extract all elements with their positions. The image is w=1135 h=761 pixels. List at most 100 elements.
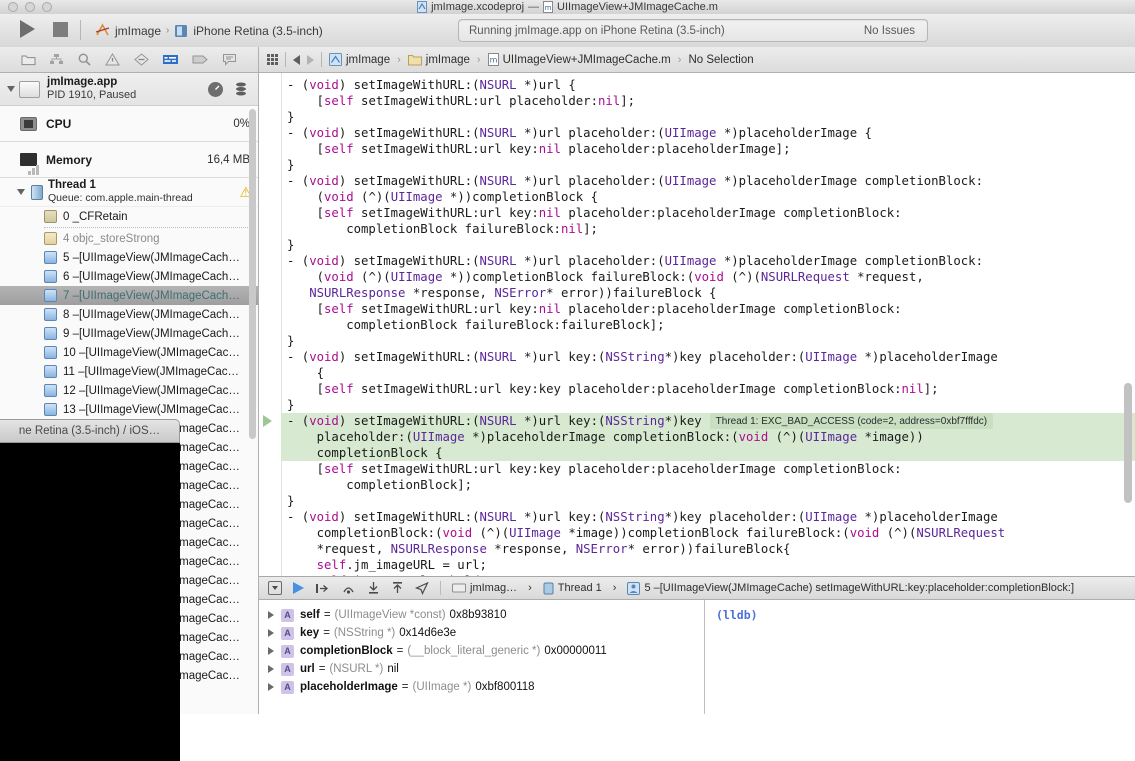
code-scroll-area[interactable]: - (void) setImageWithURL:(NSURL *)url { … [259,73,1135,576]
code-line[interactable]: } [281,333,1135,349]
code-line[interactable]: [self setImageWithURL:url placeholder:ni… [281,93,1135,109]
code-line[interactable]: [self setImageWithURL:url key:nil placeh… [281,141,1135,157]
step-into-button[interactable] [341,582,356,595]
back-button[interactable] [293,54,300,65]
issues-count[interactable]: No Issues [864,25,915,37]
memory-gauge-row[interactable]: Memory 16,4 MB [0,142,258,178]
variable-disclosure-icon[interactable] [268,647,274,655]
debug-crumb-thread[interactable]: Thread 1 [543,582,602,595]
variable-row[interactable]: AplaceholderImage = (UIImage *) 0xbf800118 [259,678,704,696]
editor-gutter[interactable] [259,73,282,576]
code-line[interactable]: - (void) setImageWithURL:(NSURL *)url pl… [281,173,1135,189]
project-navigator-tab[interactable] [21,53,36,66]
gauge-icon[interactable] [207,81,224,98]
step-out-button[interactable] [367,581,380,595]
related-items-icon[interactable] [267,54,278,65]
stack-frame-row[interactable]: 4 objc_storeStrong [0,229,258,248]
code-line[interactable]: completionBlock { [281,445,1135,461]
code-line[interactable]: - (void) setImageWithURL:(NSURL *)url ke… [263,413,1135,431]
stack-frame-row[interactable]: 8 –[UIImageView(JMImageCach… [0,305,258,324]
variable-disclosure-icon[interactable] [268,683,274,691]
debug-navigator-tab[interactable] [162,53,179,66]
breadcrumb-file[interactable]: m UIImageView+JMImageCache.m [487,53,671,66]
variable-row[interactable]: Aurl = (NSURL *) nil [259,660,704,678]
code-line[interactable]: [self setImageWithURL:url key:nil placeh… [281,301,1135,317]
debug-crumb-process[interactable]: jmImag… [452,582,517,594]
thread-row[interactable]: Thread 1 Queue: com.apple.main-thread ⚠ [0,178,258,207]
symbol-navigator-tab[interactable] [49,53,64,66]
code-line[interactable]: [self setImageWithURL:url key:key placeh… [281,461,1135,477]
simulator-window-body[interactable] [0,443,180,761]
continue-button[interactable] [293,582,304,594]
navigator-scrollbar[interactable] [249,109,256,439]
editor-scrollbar[interactable] [1124,383,1132,503]
variable-disclosure-icon[interactable] [268,611,274,619]
code-line[interactable]: - (void) setImageWithURL:(NSURL *)url ke… [281,509,1135,525]
code-line[interactable]: } [281,109,1135,125]
code-line[interactable]: } [281,493,1135,509]
stack-frame-row[interactable]: 9 –[UIImageView(JMImageCach… [0,324,258,343]
breadcrumb-project[interactable]: jmImage [329,53,390,66]
source-code[interactable]: - (void) setImageWithURL:(NSURL *)url { … [263,73,1135,576]
code-line[interactable]: - (void) setImageWithURL:(NSURL *)url { [281,77,1135,93]
code-line[interactable]: placeholder:(UIImage *)placeholderImage … [281,429,1135,445]
code-line[interactable]: *request, NSURLResponse *response, NSErr… [281,541,1135,557]
instruments-icon[interactable] [233,81,250,98]
code-line[interactable]: completionBlock:(void (^)(UIImage *image… [281,525,1135,541]
stack-frame-row[interactable]: 10 –[UIImageView(JMImageCac… [0,343,258,362]
stack-frame-row[interactable]: 12 –[UIImageView(JMImageCac… [0,381,258,400]
hide-debug-area-button[interactable] [268,581,282,595]
breadcrumb-selection[interactable]: No Selection [688,54,753,66]
variable-row[interactable]: AcompletionBlock = (__block_literal_generi… [259,642,704,660]
process-row[interactable]: jmImage.app PID 1910, Paused [0,73,258,106]
disclosure-triangle-icon[interactable] [7,86,15,92]
stack-frame-row[interactable]: 6 –[UIImageView(JMImageCach… [0,267,258,286]
variables-view[interactable]: Aself = (UIImageView *const) 0x8b93810 Akey =… [259,600,705,714]
code-line[interactable]: (void (^)(UIImage *))completionBlock fai… [281,269,1135,285]
stack-frame-row[interactable]: 0 _CFRetain [0,207,258,226]
code-line[interactable]: - (void) setImageWithURL:(NSURL *)url pl… [281,125,1135,141]
variable-row[interactable]: Aself = (UIImageView *const) 0x8b93810 [259,606,704,624]
cpu-gauge-row[interactable]: CPU 0% [0,106,258,142]
log-navigator-tab[interactable] [222,53,237,66]
scheme-selector[interactable]: jmImage › iPhone Retina (3.5-inch) [95,20,323,41]
stack-frame-row[interactable]: 7 –[UIImageView(JMImageCach… [0,286,258,305]
stack-frame-row[interactable]: 11 –[UIImageView(JMImageCac… [0,362,258,381]
code-line[interactable]: (void (^)(UIImage *))completionBlock { [281,189,1135,205]
variable-disclosure-icon[interactable] [268,665,274,673]
code-line[interactable]: NSURLResponse *response, NSError* error)… [281,285,1135,301]
code-line[interactable]: } [281,157,1135,173]
code-line[interactable]: - (void) setImageWithURL:(NSURL *)url ke… [281,349,1135,365]
code-line[interactable]: [self setImageWithURL:url key:nil placeh… [281,205,1135,221]
current-instruction-marker-icon[interactable] [263,415,272,427]
simulate-location-button[interactable] [415,581,429,595]
code-line[interactable]: - (void) setImageWithURL:(NSURL *)url pl… [281,253,1135,269]
find-navigator-tab[interactable] [77,53,92,66]
debug-crumb-frame[interactable]: 5 –[UIImageView(JMImageCache) setImageWi… [627,581,1074,595]
code-line[interactable]: { [281,365,1135,381]
variable-disclosure-icon[interactable] [268,629,274,637]
test-navigator-tab[interactable] [133,53,149,66]
code-line[interactable]: completionBlock failureBlock:failureBloc… [281,317,1135,333]
thread-disclosure-icon[interactable] [17,189,25,195]
breadcrumb-folder[interactable]: jmImage [407,54,470,66]
stack-frame-row[interactable]: 13 –[UIImageView(JMImageCac… [0,400,258,419]
code-line[interactable]: completionBlock]; [281,477,1135,493]
code-line[interactable]: [self setImageWithURL:url key:key placeh… [281,381,1135,397]
step-up-button[interactable] [391,581,404,595]
code-line[interactable]: self.jm_imageURL = url; [281,557,1135,573]
run-button[interactable] [20,20,35,38]
breakpoint-navigator-tab[interactable] [192,53,209,66]
code-line[interactable]: } [281,237,1135,253]
console-view[interactable]: (lldb) [706,600,1135,714]
variable-row[interactable]: Akey = (NSString *) 0x14d6e3e [259,624,704,642]
code-line[interactable]: } [281,397,1135,413]
simulator-window-titlebar[interactable]: ne Retina (3.5-inch) / iOS… [0,419,180,443]
issue-navigator-tab[interactable] [105,53,121,66]
code-line[interactable]: completionBlock failureBlock:nil]; [281,221,1135,237]
frame-separator [44,227,250,228]
step-over-button[interactable] [315,582,330,595]
stop-button[interactable] [53,22,68,37]
stack-frame-row[interactable]: 5 –[UIImageView(JMImageCach… [0,248,258,267]
forward-button[interactable] [307,54,314,65]
